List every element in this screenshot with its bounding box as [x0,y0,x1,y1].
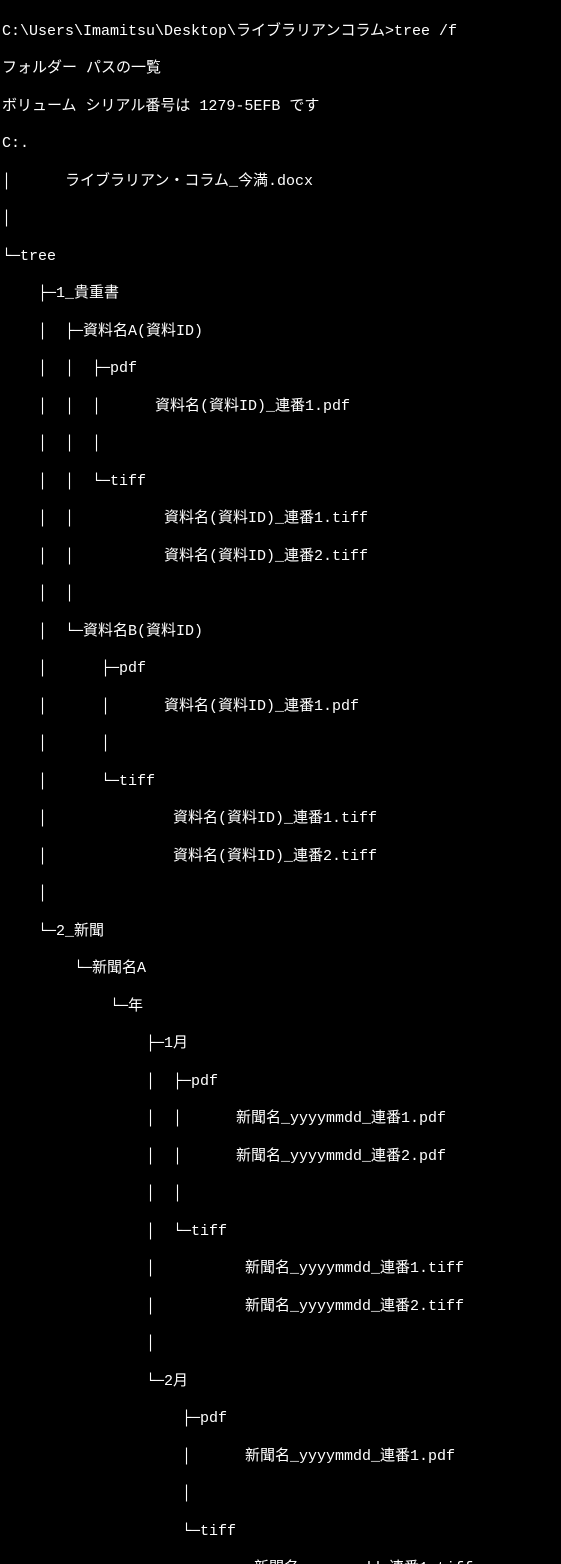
tree-folder-pdf: ├─pdf [2,1410,559,1429]
tree-file-pdf1: │ │ │ 資料名(資料ID)_連番1.pdf [2,398,559,417]
tree-pipe: │ [2,1485,559,1504]
tree-folder-1-kichosho: ├─1_貴重書 [2,285,559,304]
tree-folder-tiff: │ └─tiff [2,773,559,792]
tree-folder-pdf: │ │ ├─pdf [2,360,559,379]
tree-file-pdf2: │ │ 新聞名_yyyymmdd_連番2.pdf [2,1148,559,1167]
tree-file-docx: │ ライブラリアン・コラム_今満.docx [2,173,559,192]
tree-file-tiff1: │ 新聞名_yyyymmdd_連番1.tiff [2,1260,559,1279]
tree-folder-pdf: │ ├─pdf [2,1073,559,1092]
command-line: C:\Users\Imamitsu\Desktop\ライブラリアンコラム>tre… [2,23,559,42]
tree-folder-shiryomei-b: │ └─資料名B(資料ID) [2,623,559,642]
tree-pipe: │ │ [2,735,559,754]
tree-folder-tiff: └─tiff [2,1523,559,1542]
tree-pipe: │ │ [2,1185,559,1204]
terminal-output: C:\Users\Imamitsu\Desktop\ライブラリアンコラム>tre… [0,0,561,1564]
tree-folder-tiff: │ │ └─tiff [2,473,559,492]
tree-folder-pdf: │ ├─pdf [2,660,559,679]
tree-file-tiff2: │ │ 資料名(資料ID)_連番2.tiff [2,548,559,567]
tree-folder-tiff: │ └─tiff [2,1223,559,1242]
tree-file-pdf1: │ 新聞名_yyyymmdd_連番1.pdf [2,1448,559,1467]
tree-folder-year: └─年 [2,998,559,1017]
tree-file-tiff1: │ │ 資料名(資料ID)_連番1.tiff [2,510,559,529]
tree-folder-2gatsu: └─2月 [2,1373,559,1392]
tree-pipe: │ [2,210,559,229]
tree-pipe: │ [2,885,559,904]
tree-folder-shinbunmei-a: └─新聞名A [2,960,559,979]
tree-file-pdf1: │ │ 新聞名_yyyymmdd_連番1.pdf [2,1110,559,1129]
tree-file-tiff2: │ 資料名(資料ID)_連番2.tiff [2,848,559,867]
folder-path-list-label: フォルダー パスの一覧 [2,60,559,79]
root-path: C:. [2,135,559,154]
tree-pipe: │ │ [2,585,559,604]
tree-folder-shiryomei-a: │ ├─資料名A(資料ID) [2,323,559,342]
tree-folder-tree: └─tree [2,248,559,267]
tree-pipe: │ │ │ [2,435,559,454]
tree-folder-2-shinbun: └─2_新聞 [2,923,559,942]
tree-file-tiff1: │ 資料名(資料ID)_連番1.tiff [2,810,559,829]
tree-file-pdf1: │ │ 資料名(資料ID)_連番1.pdf [2,698,559,717]
tree-pipe: │ [2,1335,559,1354]
volume-serial-label: ボリューム シリアル番号は 1279-5EFB です [2,98,559,117]
tree-file-tiff2: │ 新聞名_yyyymmdd_連番2.tiff [2,1298,559,1317]
tree-folder-1gatsu: ├─1月 [2,1035,559,1054]
tree-file-tiff1: 新聞名_yyyymmdd_連番1.tiff [2,1560,559,1564]
